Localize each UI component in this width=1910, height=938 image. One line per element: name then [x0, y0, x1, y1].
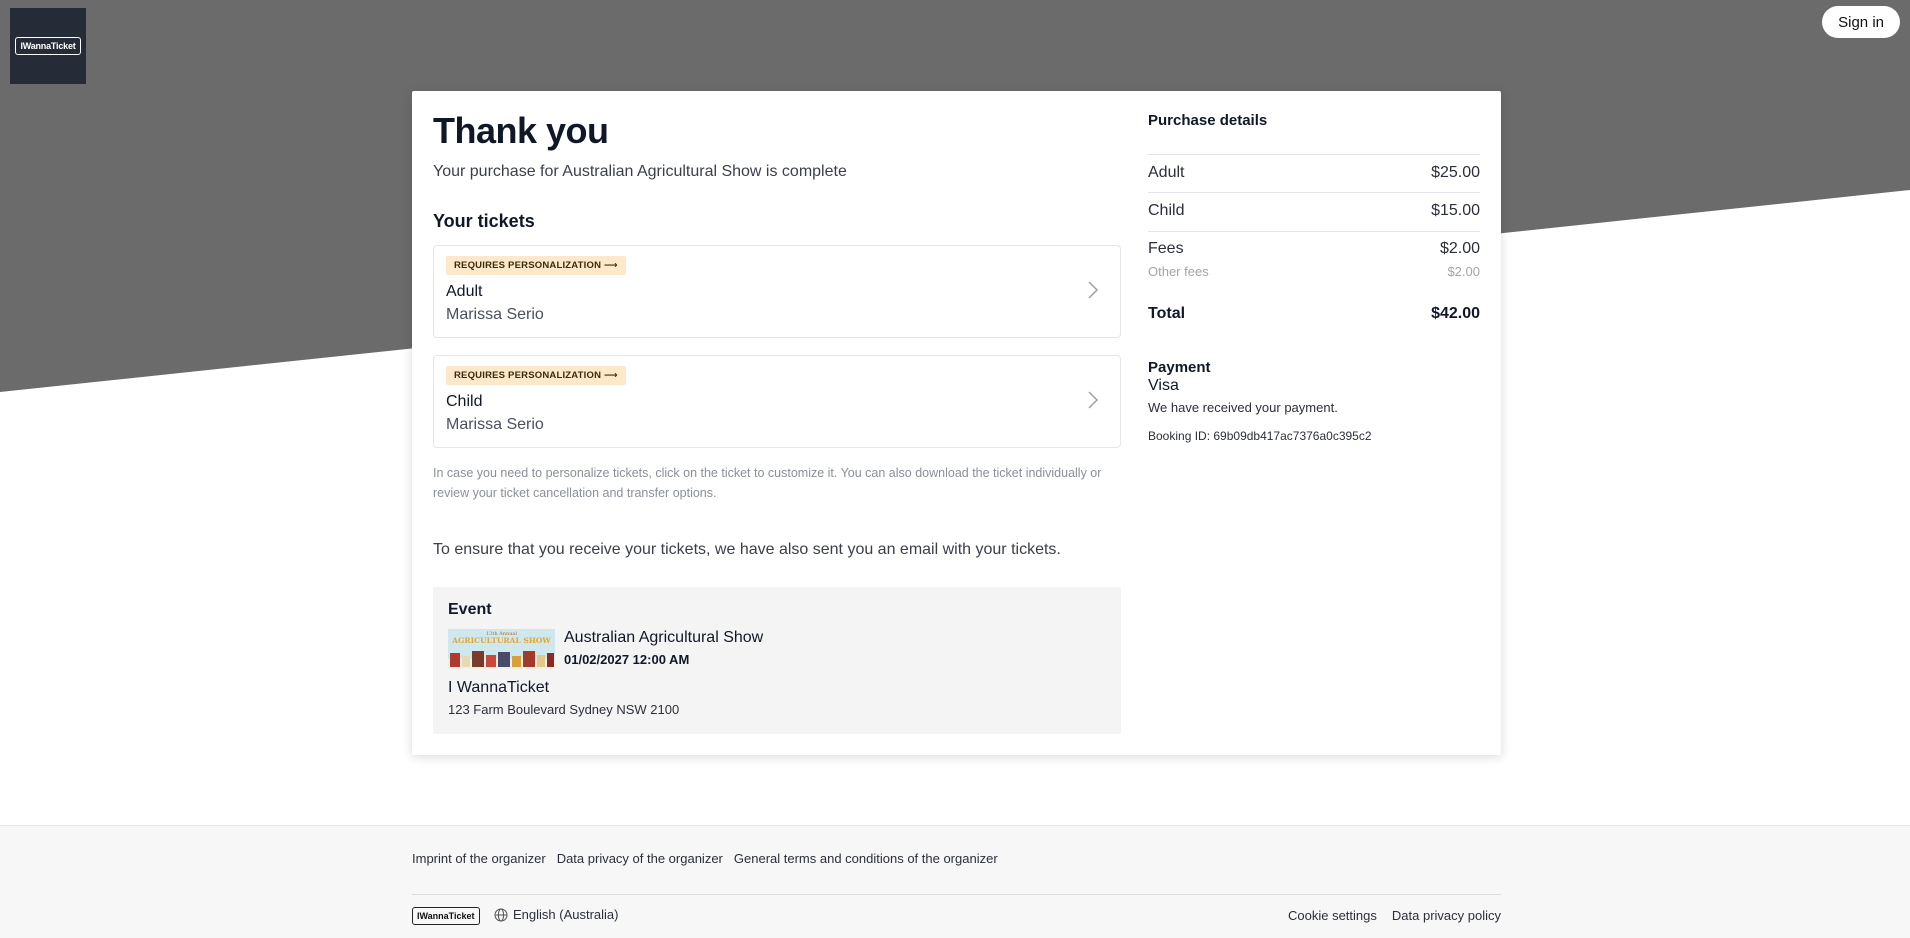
total-label: Total — [1148, 305, 1186, 322]
personalization-badge: REQUIRES PERSONALIZATION ⟶ — [446, 256, 626, 275]
email-note: To ensure that you receive your tickets,… — [433, 541, 1061, 558]
language-selector[interactable]: English (Australia) — [494, 907, 619, 922]
personalize-hint: In case you need to personalize tickets,… — [433, 466, 1102, 500]
price-value: $2.00 — [1439, 240, 1480, 257]
other-fees-label: Other fees — [1148, 264, 1209, 279]
organizer-privacy-link[interactable]: Data privacy of the organizer — [557, 851, 723, 866]
event-datetime: 01/02/2027 12:00 AM — [564, 652, 690, 667]
price-row-adult: Adult $25.00 — [1148, 164, 1480, 182]
footer: Imprint of the organizer Data privacy of… — [0, 825, 1910, 938]
terms-link[interactable]: General terms and conditions of the orga… — [734, 851, 998, 866]
price-row-child: Child $15.00 — [1148, 202, 1480, 220]
divider — [1148, 192, 1480, 193]
price-row-fees: Fees $2.00 — [1148, 240, 1480, 258]
globe-icon — [494, 908, 508, 921]
tickets-heading: Your tickets — [433, 211, 535, 231]
page-title: Thank you — [433, 110, 609, 151]
chevron-right-icon — [1088, 391, 1099, 409]
personalization-badge: REQUIRES PERSONALIZATION ⟶ — [446, 366, 626, 385]
footer-right-links: Cookie settings Data privacy policy — [1288, 908, 1501, 923]
cookie-settings-link[interactable]: Cookie settings — [1288, 908, 1377, 923]
divider — [1148, 154, 1480, 155]
thumb-title: AGRICULTURAL SHOW — [451, 636, 551, 645]
chevron-right-icon — [1088, 281, 1099, 299]
event-thumbnail: 13th Annual AGRICULTURAL SHOW — [448, 629, 555, 669]
booking-id: Booking ID: 69b09db417ac7376a0c395c2 — [1148, 429, 1372, 443]
ticket-type: Adult — [446, 283, 483, 300]
ticket-holder: Marissa Serio — [446, 306, 544, 323]
event-address: 123 Farm Boulevard Sydney NSW 2100 — [448, 702, 680, 717]
payment-title: Payment — [1148, 359, 1211, 376]
footer-links: Imprint of the organizer Data privacy of… — [412, 851, 998, 866]
other-fees-row: Other fees $2.00 — [1148, 264, 1480, 279]
brand-logo[interactable]: IWannaTicket — [10, 8, 86, 84]
confirmation-card: Thank you Your purchase for Australian A… — [412, 91, 1501, 755]
price-value: $25.00 — [1431, 164, 1480, 181]
footer-divider — [412, 894, 1501, 895]
event-name: Australian Agricultural Show — [564, 629, 764, 646]
event-info-box: Event 13th Annual AGRICULTURAL SHOW Aust… — [433, 587, 1121, 734]
ticket-card-adult[interactable]: REQUIRES PERSONALIZATION ⟶ Adult Marissa… — [433, 245, 1121, 338]
ticket-type: Child — [446, 393, 483, 410]
language-label: English (Australia) — [513, 907, 619, 922]
divider — [1148, 231, 1480, 232]
footer-brand-logo[interactable]: IWannaTicket — [412, 907, 480, 925]
price-label: Adult — [1148, 164, 1185, 181]
privacy-policy-link[interactable]: Data privacy policy — [1392, 908, 1501, 923]
other-fees-value: $2.00 — [1447, 264, 1480, 279]
imprint-link[interactable]: Imprint of the organizer — [412, 851, 546, 866]
payment-method: Visa — [1148, 377, 1179, 394]
event-organizer: I WannaTicket — [448, 679, 550, 696]
price-label: Child — [1148, 202, 1185, 219]
price-label: Fees — [1148, 240, 1184, 257]
total-row: Total $42.00 — [1148, 305, 1480, 323]
purchase-details-title: Purchase details — [1148, 112, 1268, 129]
logo-text: IWannaTicket — [15, 37, 81, 55]
total-value: $42.00 — [1431, 305, 1480, 322]
page-subtitle: Your purchase for Australian Agricultura… — [433, 163, 847, 180]
ticket-holder: Marissa Serio — [446, 416, 544, 433]
sign-in-button[interactable]: Sign in — [1822, 6, 1900, 38]
payment-note: We have received your payment. — [1148, 400, 1338, 415]
ticket-card-child[interactable]: REQUIRES PERSONALIZATION ⟶ Child Marissa… — [433, 355, 1121, 448]
event-heading: Event — [448, 601, 492, 618]
price-value: $15.00 — [1431, 202, 1480, 219]
